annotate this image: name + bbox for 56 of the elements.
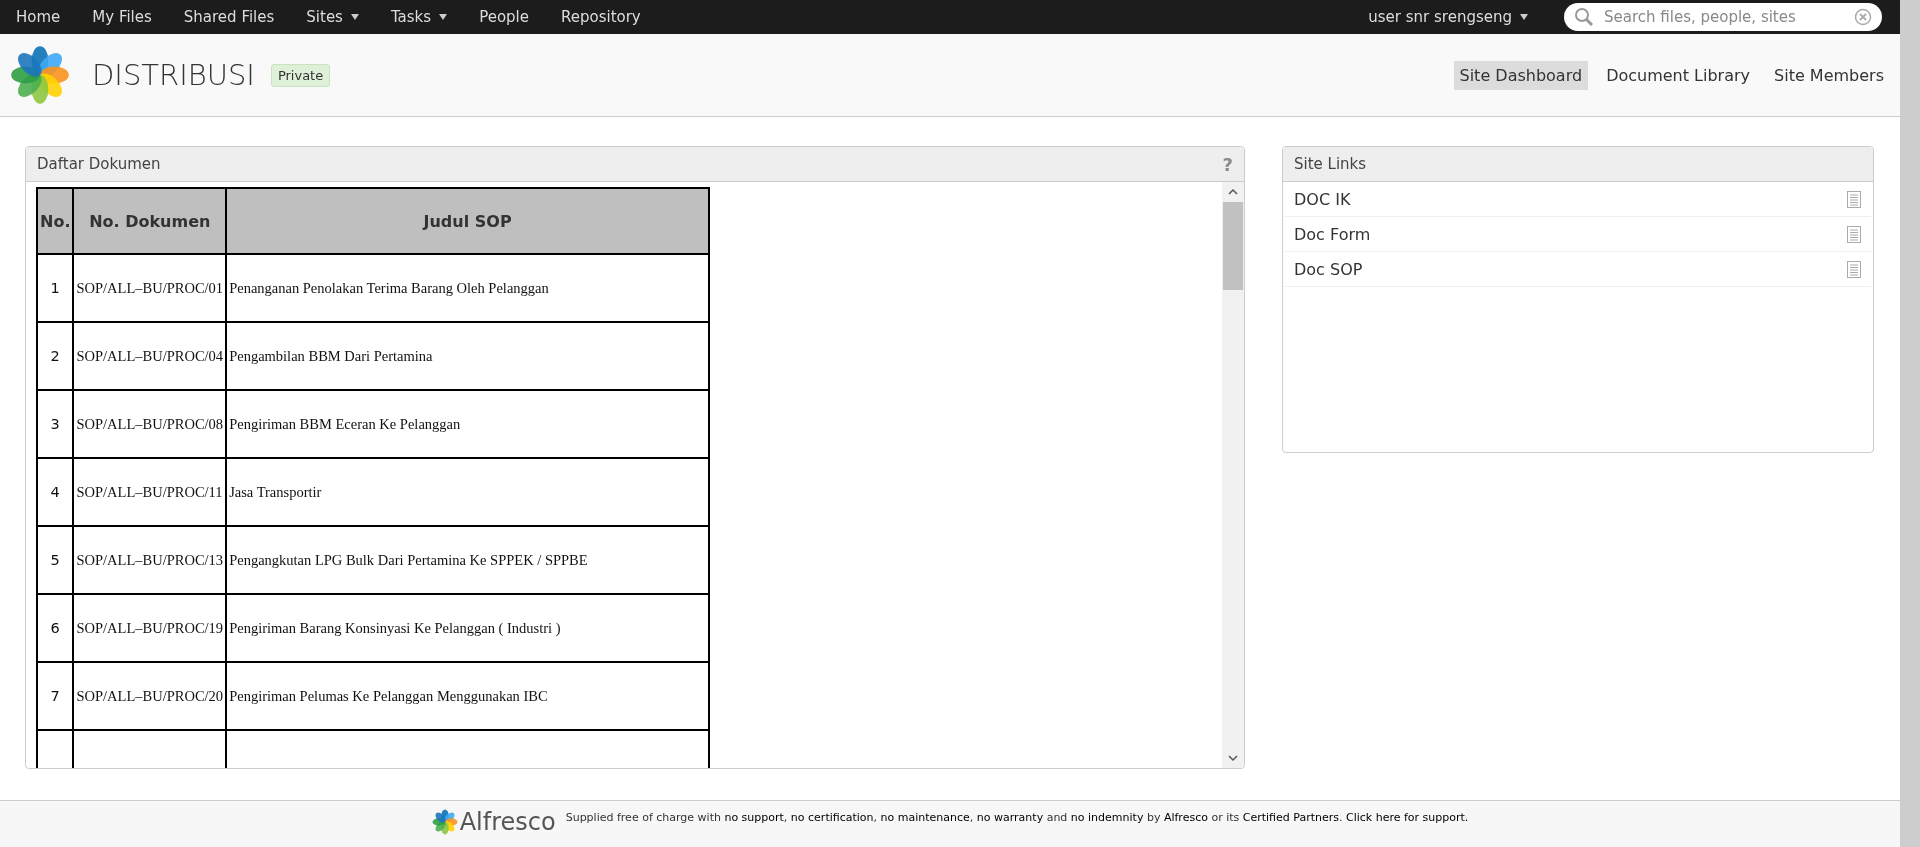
table-cell: Jasa Transportir xyxy=(226,458,709,526)
table-cell: SOP/ALL–BU/PROC/19 xyxy=(73,594,227,662)
table-cell: SOP/ALL–BU/PROC/01 xyxy=(73,254,227,322)
table-cell: SOP/ALL–BU/PROC/04 xyxy=(73,322,227,390)
table-cell: SOP/ALL–BU/PROC/08 xyxy=(73,390,227,458)
table-cell: Penanganan Penolakan Terima Barang Oleh Pelanggan xyxy=(226,254,709,322)
search-icon xyxy=(1574,7,1594,27)
table-cell: Pengambilan BBM Dari Pertamina xyxy=(226,322,709,390)
visibility-badge: Private xyxy=(270,63,331,87)
nav-link[interactable]: Sites xyxy=(296,8,369,26)
site-link[interactable]: DOC IK xyxy=(1294,189,1351,209)
scroll-down-icon[interactable] xyxy=(1227,752,1239,764)
table-cell: SOP/ALL–BU/PROC/11 xyxy=(73,458,227,526)
site-nav-link[interactable]: Site Dashboard xyxy=(1453,60,1589,90)
document-icon xyxy=(1847,225,1861,243)
nav-link[interactable]: Repository xyxy=(551,8,651,26)
nav-link[interactable]: People xyxy=(469,8,539,26)
document-icon xyxy=(1847,260,1861,278)
footer-notice: Supplied free of charge with no support, no certification, no maintenance, no warranty and no indemnity by Alfresco or its Certified Partners. Click here for support. xyxy=(565,811,1469,824)
nav-link[interactable]: My Files xyxy=(82,8,162,26)
site-nav-link[interactable]: Document Library xyxy=(1600,60,1757,90)
table-cell: 1 xyxy=(37,254,74,322)
page-scrollbar[interactable] xyxy=(1900,0,1920,847)
table-cell: SOP/ALL–BU/PROC/13 xyxy=(73,526,227,594)
table-cell: Pengiriman BBM Eceran Ke Pelanggan xyxy=(226,390,709,458)
site-title: DISTRIBUSI xyxy=(92,58,255,92)
scroll-thumb[interactable] xyxy=(1223,202,1243,290)
table-cell: 2 xyxy=(37,322,74,390)
dashlet-title: Site Links xyxy=(1294,155,1367,173)
table-cell: Pengiriman Pelumas Ke Pelanggan Menggunakan IBC xyxy=(226,662,709,730)
table-cell: Pengiriman Barang Konsinyasi Ke Pelanggan ( Industri ) xyxy=(226,594,709,662)
scrollbar[interactable] xyxy=(1222,182,1244,768)
site-link[interactable]: Doc Form xyxy=(1294,224,1371,244)
clear-icon[interactable] xyxy=(1854,8,1872,26)
logo-text: Alfresco xyxy=(459,809,556,835)
nav-link[interactable]: Home xyxy=(6,8,71,26)
logo-icon xyxy=(10,45,70,105)
column-header: No. xyxy=(37,188,74,254)
table-cell: 3 xyxy=(37,390,74,458)
site-link[interactable]: Doc SOP xyxy=(1294,259,1363,279)
nav-link[interactable]: Tasks xyxy=(380,8,458,26)
site-nav-link[interactable]: Site Members xyxy=(1768,60,1890,90)
table-cell: Pengangkutan LPG Bulk Dari Pertamina Ke SPPEK / SPPBE xyxy=(226,526,709,594)
table-cell: SOP/ALL–BU/PROC/20 xyxy=(73,662,227,730)
column-header: No. Dokumen xyxy=(73,188,227,254)
column-header: Judul SOP xyxy=(226,188,709,254)
nav-link[interactable]: Shared Files xyxy=(173,8,285,26)
table-cell: 4 xyxy=(37,458,74,526)
table-cell: 5 xyxy=(37,526,74,594)
user-menu[interactable]: user snr srengseng xyxy=(1358,8,1538,26)
document-icon xyxy=(1847,190,1861,208)
table-cell: 6 xyxy=(37,594,74,662)
table-cell: 7 xyxy=(37,662,74,730)
search-bar[interactable]: Search files, people, sites xyxy=(1564,3,1882,31)
logo-icon xyxy=(431,809,458,835)
dashlet-title: Daftar Dokumen xyxy=(37,155,161,173)
